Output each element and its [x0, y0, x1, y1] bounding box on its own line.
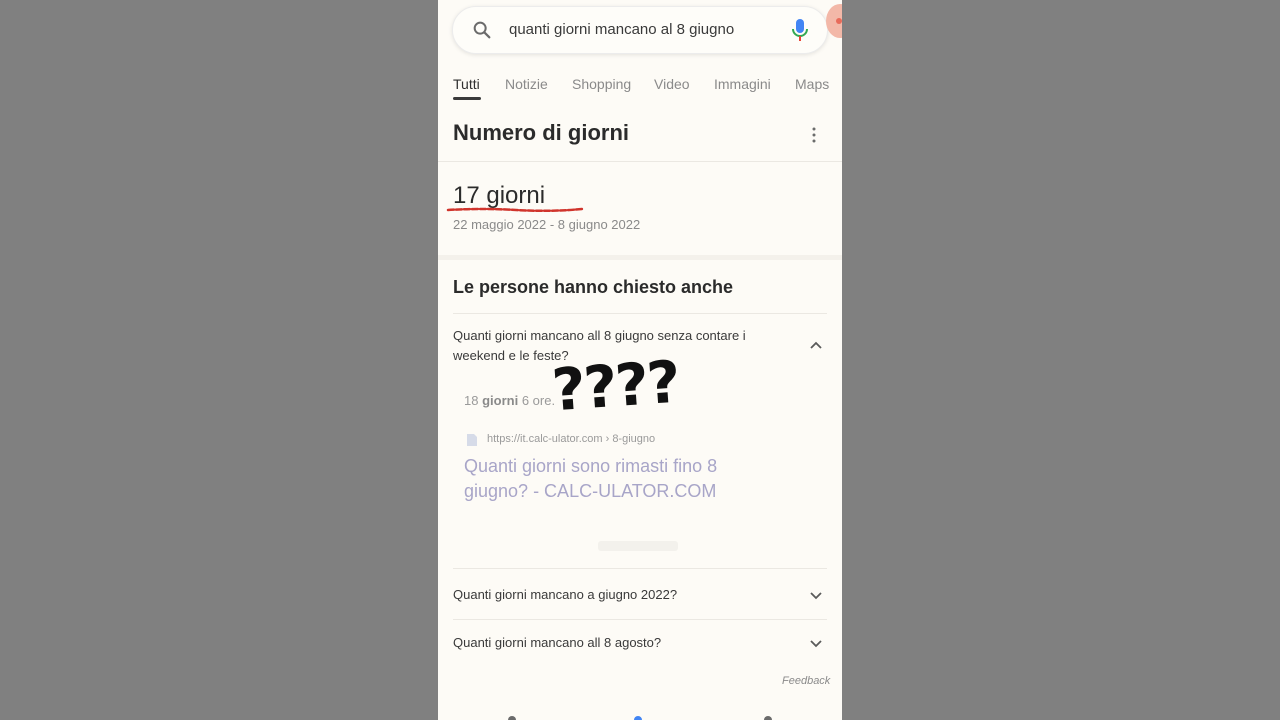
- mic-icon[interactable]: [791, 18, 809, 42]
- chevron-down-icon[interactable]: [808, 635, 824, 651]
- divider: [438, 161, 842, 162]
- chevron-up-icon[interactable]: [808, 338, 824, 354]
- faded-text: [598, 541, 678, 551]
- answer-value: 18: [464, 393, 479, 408]
- active-tab-indicator: [453, 97, 481, 100]
- answer-text: 18 giorni 6 ore.: [464, 393, 555, 408]
- discover-icon[interactable]: [634, 716, 642, 720]
- tab-immagini[interactable]: Immagini: [714, 76, 771, 92]
- search-icon[interactable]: [471, 19, 493, 41]
- card-title: Numero di giorni: [453, 120, 629, 145]
- answer-unit: giorni: [482, 393, 519, 408]
- tabs-icon[interactable]: [764, 716, 772, 720]
- bottom-navigation: [438, 706, 842, 720]
- date-range: 22 maggio 2022 - 8 giugno 2022: [453, 217, 641, 232]
- divider: [453, 313, 827, 314]
- tab-maps[interactable]: Maps: [795, 76, 829, 92]
- page-icon: [467, 434, 477, 446]
- question-2[interactable]: Quanti giorni mancano a giugno 2022?: [453, 585, 783, 605]
- feedback-link[interactable]: Feedback: [782, 675, 830, 687]
- answer-rest: 6 ore.: [521, 393, 556, 408]
- phone-screen: quanti giorni mancano al 8 giugno Tutti …: [438, 0, 842, 720]
- search-tabs: Tutti Notizie Shopping Video Immagini Ma…: [438, 72, 842, 102]
- tab-shopping[interactable]: Shopping: [572, 76, 631, 92]
- question-marks-annotation: ????: [549, 347, 681, 425]
- search-input[interactable]: quanti giorni mancano al 8 giugno: [509, 21, 734, 38]
- people-also-ask-title: Le persone hanno chiesto anche: [453, 277, 734, 297]
- tab-tutti[interactable]: Tutti: [453, 76, 480, 92]
- source-link[interactable]: Quanti giorni sono rimasti fino 8 giugno…: [464, 454, 784, 504]
- divider: [453, 619, 827, 620]
- section-separator: [438, 255, 842, 260]
- divider: [453, 568, 827, 569]
- tab-notizie[interactable]: Notizie: [505, 76, 548, 92]
- search-bar[interactable]: quanti giorni mancano al 8 giugno: [452, 6, 828, 54]
- more-options-icon[interactable]: [808, 126, 820, 144]
- red-underline-annotation: [446, 207, 584, 213]
- question-3[interactable]: Quanti giorni mancano all 8 agosto?: [453, 633, 783, 653]
- chevron-down-icon[interactable]: [808, 587, 824, 603]
- home-icon[interactable]: [508, 716, 516, 720]
- source-url[interactable]: https://it.calc-ulator.com › 8-giugno: [487, 433, 655, 445]
- avatar[interactable]: [826, 4, 842, 38]
- tab-video[interactable]: Video: [654, 76, 690, 92]
